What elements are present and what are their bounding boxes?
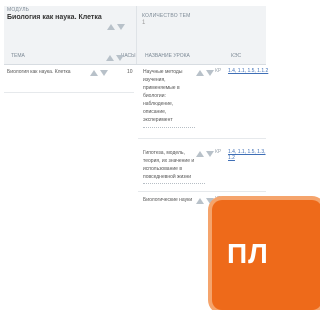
- promo-text: ПЛ: [227, 238, 269, 269]
- theme-hours: 10: [127, 69, 133, 75]
- row-divider: [138, 191, 266, 192]
- lesson-sort-icon[interactable]: [196, 69, 216, 77]
- theme-name: Биология как наука. Клетка: [7, 69, 71, 75]
- column-header-row: ТЕМА ЧАСЫ НАЗВАНИЕ УРОКА КЭС: [4, 47, 266, 65]
- row-divider: [138, 138, 266, 139]
- lesson-sort-icon[interactable]: [196, 150, 216, 158]
- lesson-title: Научные методы изучения, применяемые в б…: [143, 69, 183, 123]
- column-lesson: НАЗВАНИЕ УРОКА: [145, 53, 190, 59]
- lesson-kes-link[interactable]: 1.4, 1.1, 1.5, 1.3, 1.2: [228, 149, 273, 161]
- lesson-kes-link[interactable]: 1.4, 1.1, 1.5, 1.1.2: [228, 68, 268, 74]
- lesson-title: Гипотеза, модель, теория, их значение и …: [143, 150, 195, 180]
- theme-row-divider: [4, 92, 134, 93]
- theme-row-sort-icon[interactable]: [90, 69, 110, 77]
- count-value: 1: [142, 20, 146, 26]
- module-value: Биология как наука. Клетка: [7, 14, 102, 21]
- lesson-underline: [143, 127, 195, 128]
- column-kes: КЭС: [231, 53, 242, 59]
- lesson-kr-label: КР: [215, 68, 222, 74]
- count-label: КОЛИЧЕСТВО ТЕМ: [142, 13, 191, 19]
- module-sort-icon[interactable]: [107, 23, 127, 31]
- lesson-underline: [143, 183, 205, 184]
- theme-sort-icon[interactable]: [106, 54, 126, 62]
- lesson-title: Биологические науки: [143, 197, 193, 203]
- lesson-kr-label: КР: [215, 149, 222, 155]
- column-theme: ТЕМА: [11, 53, 25, 59]
